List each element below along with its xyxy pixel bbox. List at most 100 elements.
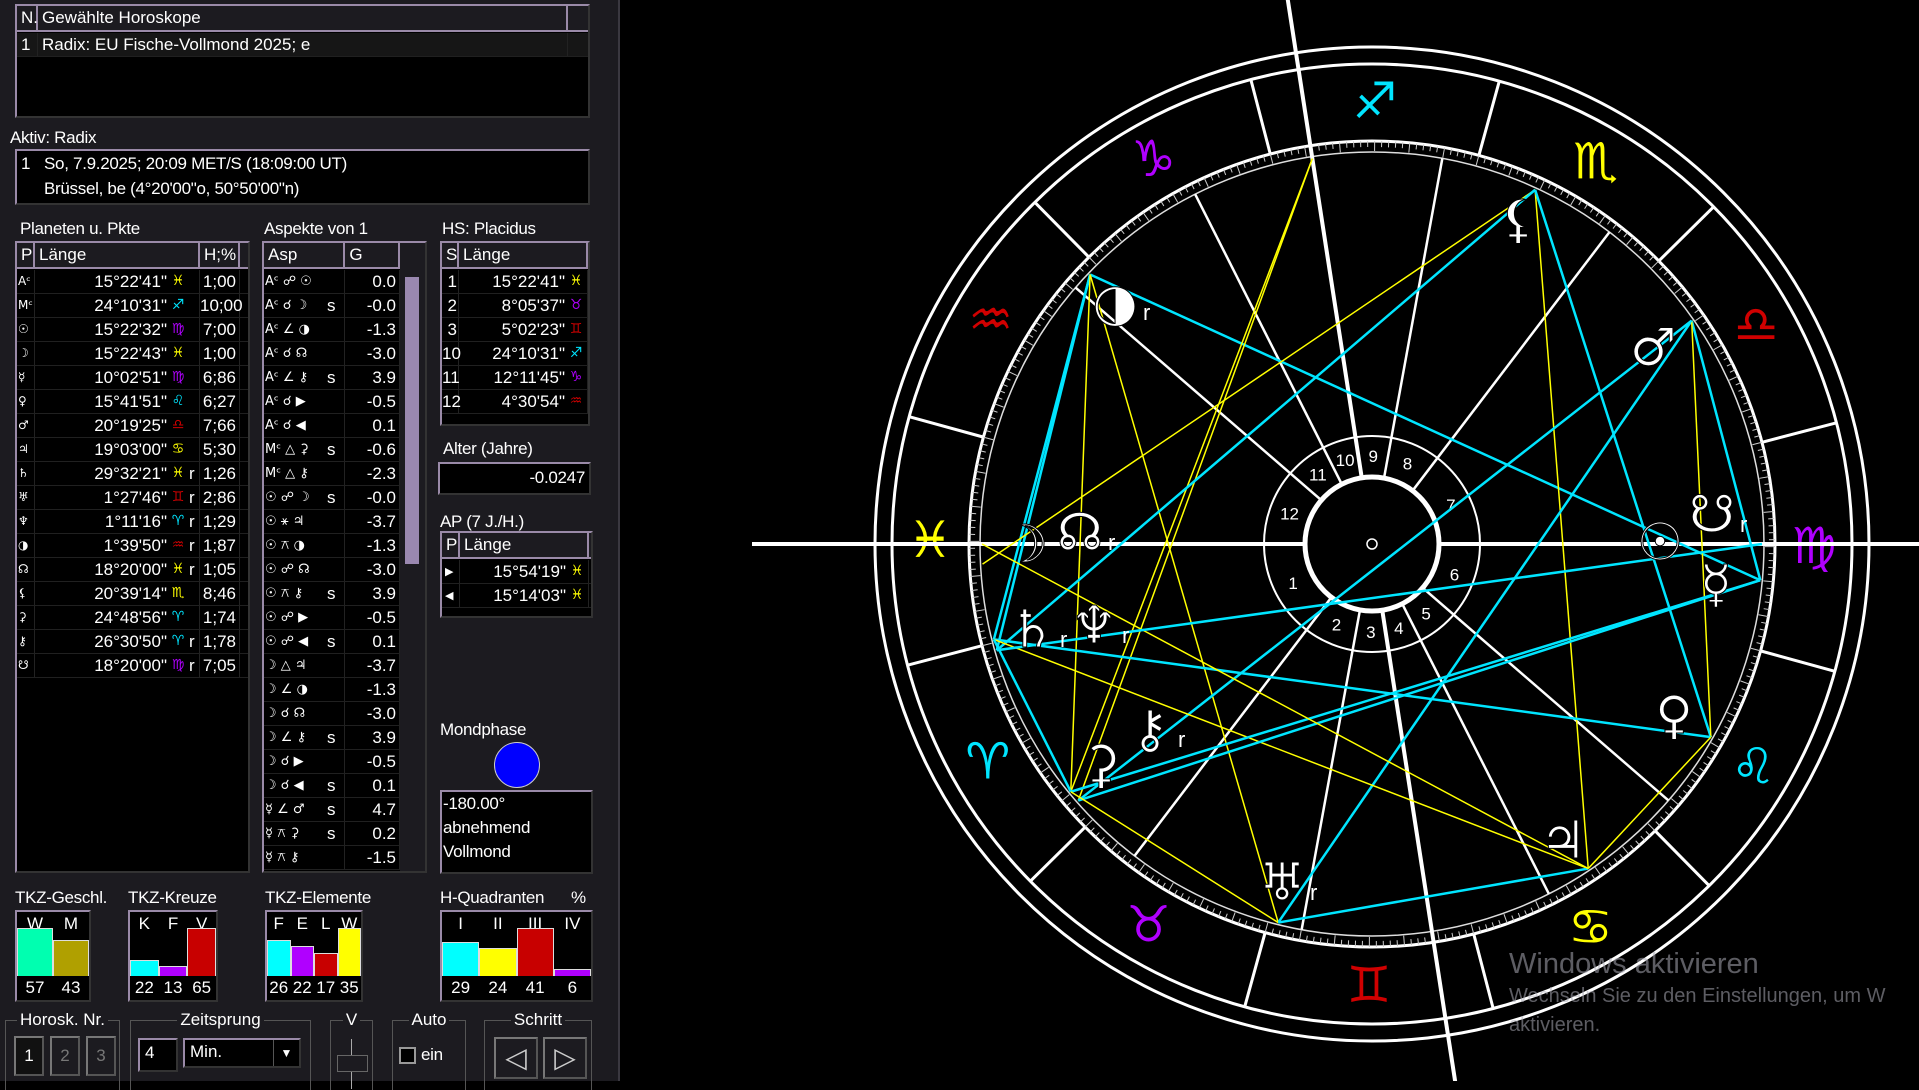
aspect-row[interactable]: ☿ ∠ ♂s4.7 <box>264 798 400 822</box>
degree-tick <box>1065 283 1073 289</box>
aspect-row[interactable]: ☽ ☌ ▶-0.5 <box>264 750 400 774</box>
col-asp-header[interactable]: Asp <box>264 243 345 267</box>
horoscope-2-button[interactable]: 2 <box>50 1036 80 1076</box>
step-back-button[interactable]: ◁ <box>494 1037 538 1079</box>
planet-house-percent: 1;26 <box>200 462 240 485</box>
planet-row[interactable]: ⚸20°39'14"♏8;46 <box>17 582 248 606</box>
planet-row[interactable]: ♅1°27'46"♊r2;86 <box>17 486 248 510</box>
chevron-down-icon[interactable]: ▼ <box>273 1040 299 1066</box>
aspect-row[interactable]: ☽ △ ♃-3.7 <box>264 654 400 678</box>
planet-house-percent: 1;74 <box>200 606 240 629</box>
aspect-row[interactable]: ☽ ☌ ◀s0.1 <box>264 774 400 798</box>
planet-row[interactable]: ◑1°39'50"♒r1;87 <box>17 534 248 558</box>
aspect-row[interactable]: ☿ ⚻ ⚷-1.5 <box>264 846 400 870</box>
aspect-row[interactable]: ☉ ☍ ☊-3.0 <box>264 558 400 582</box>
degree-tick <box>992 676 1001 679</box>
step-forward-button[interactable]: ▷ <box>543 1037 587 1079</box>
planet-row[interactable]: ☽15°22'43"♓1;00 <box>17 342 248 366</box>
aspect-row[interactable]: Aᶜ ∠ ⚷s3.9 <box>264 366 400 390</box>
house-number: 9 <box>1368 447 1377 466</box>
aspect-row[interactable]: Aᶜ ☌ ☊-3.0 <box>264 342 400 366</box>
planet-row[interactable]: ☉15°22'32"♍7;00 <box>17 318 248 342</box>
col-length-header[interactable]: Länge <box>459 243 588 267</box>
planet-length: 10°02'51" <box>94 366 167 389</box>
house-row[interactable]: 35°02'23"♊ <box>442 318 588 342</box>
aspect-row[interactable]: Aᶜ ☍ ☉0.0 <box>264 270 400 294</box>
planet-row[interactable]: ♂20°19'25"♎7;66 <box>17 414 248 438</box>
planet-row[interactable]: ♃19°03'00"♋5;30 <box>17 438 248 462</box>
col-g-header[interactable]: G <box>345 243 400 267</box>
house-row[interactable]: 1112°11'45"♑ <box>442 366 588 390</box>
planet-row[interactable]: ♄29°32'21"♓r1;26 <box>17 462 248 486</box>
planet-row[interactable]: ♆1°11'16"♈r1;29 <box>17 510 248 534</box>
house-row[interactable]: 28°05'37"♉ <box>442 294 588 318</box>
degree-tick <box>1110 238 1114 243</box>
degree-tick <box>1237 164 1240 173</box>
col-p-header[interactable]: P <box>442 533 460 557</box>
degree-tick <box>1652 261 1659 268</box>
ap-row[interactable]: ◀15°14'03"♓ <box>442 584 591 608</box>
aspect-row[interactable]: ☿ ⚻ ⚳s0.2 <box>264 822 400 846</box>
col-n-header[interactable]: N. <box>17 6 38 30</box>
auto-checkbox-label[interactable]: ein <box>421 1045 443 1065</box>
horoscope-1-button[interactable]: 1 <box>14 1036 44 1076</box>
degree-tick <box>1340 142 1341 152</box>
aspect-row[interactable]: ☉ ☍ ☽s-0.0 <box>264 486 400 510</box>
aspect-row[interactable]: ☉ ⚹ ♃-3.7 <box>264 510 400 534</box>
aspect-row[interactable]: ☉ ⚻ ◑-1.3 <box>264 534 400 558</box>
bar-value: 26 <box>267 978 291 998</box>
aspect-row[interactable]: Mᶜ △ ⚷-2.3 <box>264 462 400 486</box>
planet-row[interactable]: Aᶜ15°22'41"♓1;00 <box>17 270 248 294</box>
col-p-header[interactable]: P <box>17 243 35 267</box>
aspect-row[interactable]: ☽ ∠ ◑-1.3 <box>264 678 400 702</box>
planet-row[interactable]: ⚷26°30'50"♈r1;78 <box>17 630 248 654</box>
auto-checkbox[interactable] <box>399 1047 416 1064</box>
aspect-row[interactable]: ☉ ☍ ▶-0.5 <box>264 606 400 630</box>
planet-row[interactable]: ☊18°20'00"♓r1;05 <box>17 558 248 582</box>
aspect-row[interactable]: Aᶜ ☌ ◀0.1 <box>264 414 400 438</box>
aspect-glyphs: ☽ △ ♃ <box>265 654 327 677</box>
table-row[interactable]: 1 Radix: EU Fische-Vollmond 2025; e <box>17 33 588 57</box>
stats-title: TKZ-Elemente <box>265 888 371 908</box>
aspect-row[interactable]: ☽ ☌ ☊-3.0 <box>264 702 400 726</box>
planet-house-percent: 1;00 <box>200 270 240 293</box>
degree-tick <box>1299 931 1301 941</box>
horoscope-3-button[interactable]: 3 <box>86 1036 116 1076</box>
col-length-header[interactable]: Länge <box>35 243 200 267</box>
degree-tick <box>1571 196 1576 205</box>
planet-row[interactable]: ♀15°41'51"♌6;27 <box>17 390 248 414</box>
degree-tick <box>1132 221 1136 226</box>
aspect-row[interactable]: Aᶜ ☌ ☽s-0.0 <box>264 294 400 318</box>
planet-row[interactable]: Mᶜ24°10'31"♐10;00 <box>17 294 248 318</box>
time-unit-select[interactable]: Min. ▼ <box>183 1038 301 1068</box>
aspect-row[interactable]: ☉ ⚻ ⚷s3.9 <box>264 582 400 606</box>
planet-house-percent: 7;05 <box>200 654 240 677</box>
degree-tick <box>1057 792 1062 796</box>
degree-tick <box>1692 772 1700 778</box>
degree-tick <box>1729 376 1738 380</box>
planet-row[interactable]: ⚳24°48'56"♈1;74 <box>17 606 248 630</box>
aspect-row[interactable]: Aᶜ ☌ ▶-0.5 <box>264 390 400 414</box>
house-row[interactable]: 124°30'54"♒ <box>442 390 588 414</box>
col-length-header[interactable]: Länge <box>460 533 589 557</box>
house-row[interactable]: 115°22'41"♓ <box>442 270 588 294</box>
degree-tick <box>1764 512 1774 513</box>
house-row[interactable]: 1024°10'31"♐ <box>442 342 588 366</box>
col-s-header[interactable]: S <box>442 243 459 267</box>
col-h-header[interactable]: H;% <box>200 243 240 267</box>
aspect-row[interactable]: Aᶜ ∠ ◑-1.3 <box>264 318 400 342</box>
aspect-row[interactable]: Mᶜ △ ⚳s-0.6 <box>264 438 400 462</box>
planet-row[interactable]: ☋18°20'00"♍r7;05 <box>17 654 248 678</box>
planet-row[interactable]: ☿10°02'51"♍6;86 <box>17 366 248 390</box>
aspects-scrollbar[interactable] <box>400 243 425 871</box>
aspect-row[interactable]: ☉ ☍ ◀s0.1 <box>264 630 400 654</box>
v-slider-handle[interactable] <box>337 1055 368 1072</box>
sign-boundary <box>1761 651 1835 671</box>
aspect-glyphs: Aᶜ ☌ ▶ <box>265 390 327 413</box>
col-title-header[interactable]: Gewählte Horoskope <box>38 6 568 30</box>
aspect-row[interactable]: ☽ ∠ ⚷s3.9 <box>264 726 400 750</box>
scrollbar-thumb[interactable] <box>405 277 419 564</box>
time-step-input[interactable]: 4 <box>138 1038 178 1072</box>
planet-house-percent: 1;78 <box>200 630 240 653</box>
ap-row[interactable]: ▶15°54'19"♓ <box>442 560 591 584</box>
